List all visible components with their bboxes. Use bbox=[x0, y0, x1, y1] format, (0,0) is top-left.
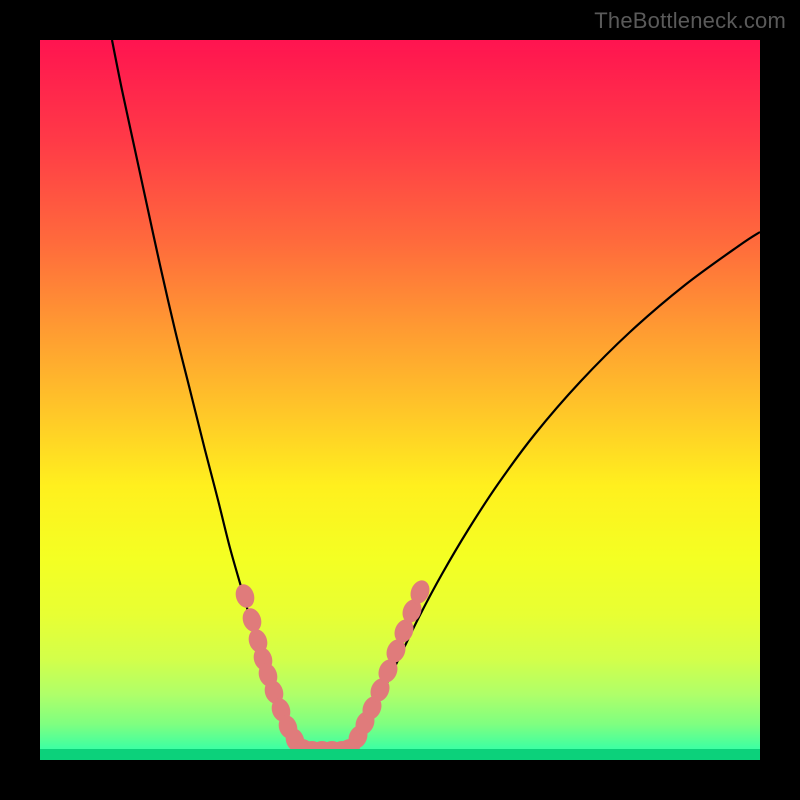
watermark-text: TheBottleneck.com bbox=[594, 8, 786, 34]
plot-area bbox=[40, 40, 760, 760]
chart-frame: TheBottleneck.com bbox=[0, 0, 800, 800]
green-bar bbox=[40, 749, 760, 760]
bottleneck-right-curve bbox=[350, 232, 760, 747]
curve-svg bbox=[40, 40, 760, 760]
bottleneck-left-curve bbox=[112, 40, 300, 747]
bead bbox=[233, 582, 258, 610]
bead-group bbox=[233, 578, 433, 757]
bead bbox=[240, 606, 265, 634]
